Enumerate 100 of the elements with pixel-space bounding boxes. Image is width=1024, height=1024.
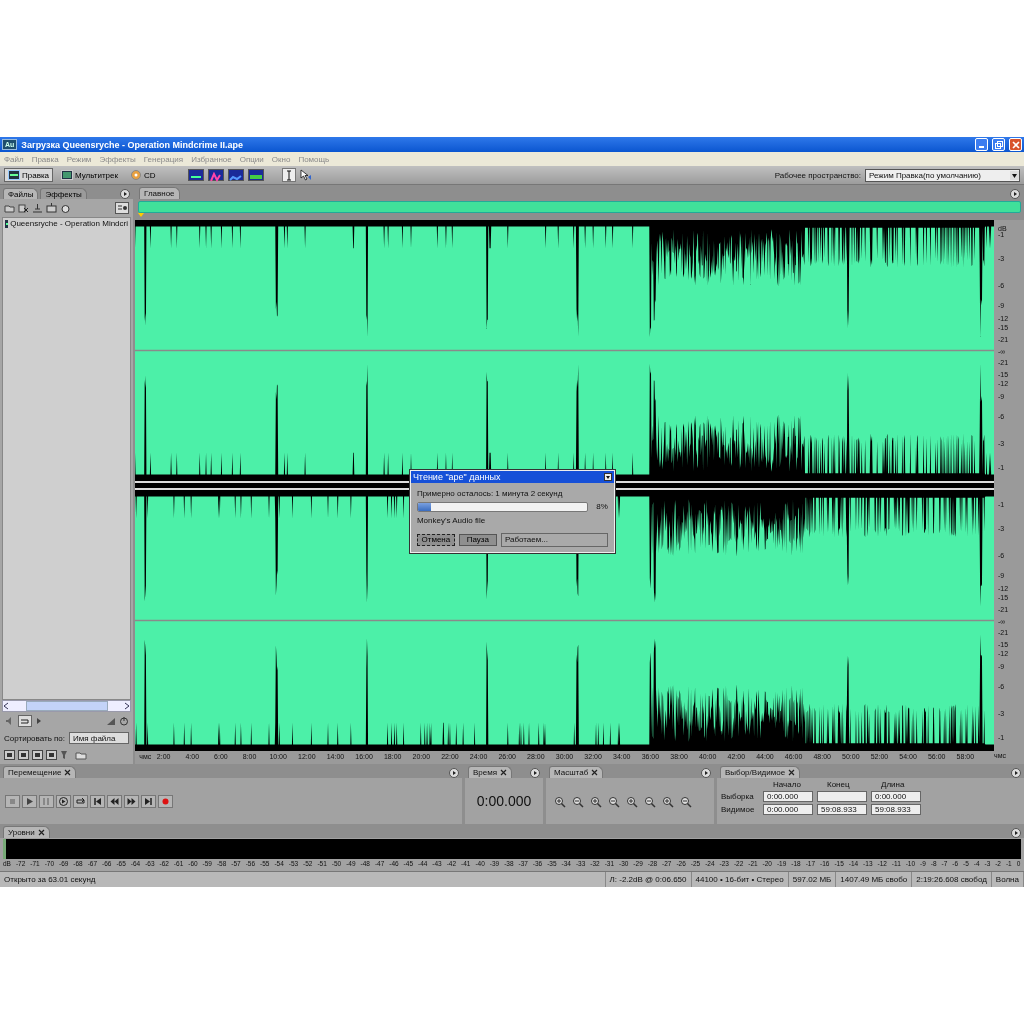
stripes-icon (248, 172, 263, 182)
selection-tab[interactable]: Выбор/Видимое (720, 766, 801, 778)
column-toggle-icon[interactable] (4, 750, 15, 760)
volume-icon[interactable] (106, 716, 116, 726)
status-text: Открыто за 63.01 секунд (0, 872, 606, 887)
play-to-end-button[interactable] (56, 794, 71, 808)
status-text: Волна (991, 872, 1024, 887)
column-toggle-icon[interactable] (32, 750, 43, 760)
dialog-button[interactable]: Отмена (416, 533, 455, 546)
panel-menu-icon[interactable] (701, 768, 711, 778)
column-toggle-icon[interactable] (18, 750, 29, 760)
close-icon[interactable] (64, 769, 72, 776)
mode-button[interactable]: Мультитрек (57, 168, 122, 182)
dialog-title: Чтение "ape" данных (412, 471, 501, 482)
close-icon (1011, 140, 1020, 149)
play-icon[interactable] (35, 716, 43, 726)
time-tab[interactable]: Время (468, 766, 513, 778)
mode-button[interactable]: Правка (4, 168, 54, 182)
panel-title: Перемещение (8, 768, 62, 777)
window-title: Загрузка Queensryche - Operation Mindcrime II.ape (21, 139, 245, 150)
file-item[interactable]: Queensryche - Operation Mindcri (3, 218, 130, 229)
levels-tab[interactable]: Уровни (3, 826, 50, 838)
loop-play-icon[interactable] (18, 715, 32, 727)
play-to-end-icon (59, 796, 68, 806)
view-button[interactable] (247, 169, 264, 181)
insert-icon[interactable] (32, 203, 43, 213)
view-button[interactable] (207, 169, 224, 181)
editor-tab[interactable]: Главное (139, 187, 180, 199)
close-file-icon[interactable] (18, 203, 29, 213)
view-button[interactable] (227, 169, 244, 181)
time-field[interactable]: 0:00.000 (763, 804, 813, 815)
power-icon[interactable] (119, 716, 129, 726)
time-field[interactable]: 0:00.000 (871, 791, 921, 802)
panel-menu-icon[interactable] (1011, 828, 1021, 838)
magnifier-icon (642, 794, 656, 808)
magnifier-icon (678, 794, 692, 808)
text-cursor-icon (284, 169, 293, 181)
close-button[interactable] (1009, 138, 1022, 151)
row-label: Видимое (721, 805, 756, 814)
rewind-icon (110, 796, 119, 806)
go-to-end-button[interactable] (141, 794, 156, 808)
panel-menu-icon[interactable] (1010, 189, 1020, 199)
dropdown-icon[interactable] (603, 472, 612, 481)
workspace-label: Рабочее пространство: (774, 170, 861, 180)
column-header: Конец (826, 780, 851, 789)
panel-menu-icon[interactable] (120, 189, 130, 199)
fast-forward-button[interactable] (124, 794, 139, 808)
text-cursor-tool[interactable] (281, 168, 296, 182)
status-text: 597.02 МБ (788, 872, 837, 887)
panel-title: Уровни (8, 828, 35, 837)
scroll-right-icon[interactable] (124, 702, 130, 710)
time-field[interactable]: 59:08.933 (871, 804, 921, 815)
status-text: 44100 • 16-бит • Стерео (691, 872, 789, 887)
folder-icon[interactable] (75, 750, 87, 760)
panel-menu-icon[interactable] (530, 768, 540, 778)
time-field[interactable]: 0:00.000 (763, 791, 813, 802)
spectrum-icon (228, 172, 243, 182)
magnifier-icon (660, 794, 674, 808)
horizontal-scrollbar[interactable] (2, 700, 131, 712)
sort-label: Сортировать по: (4, 733, 66, 743)
status-text: Л: -2.2dB @ 0:06.650 (605, 872, 692, 887)
magnifier-icon (570, 794, 584, 808)
time-field[interactable]: 59:08.933 (817, 804, 867, 815)
go-to-start-button[interactable] (90, 794, 105, 808)
mode-button[interactable]: CD (126, 168, 160, 182)
go-to-end-icon (144, 796, 153, 806)
restore-button[interactable] (992, 138, 1005, 151)
magnifier-icon (552, 794, 566, 808)
panel-tab[interactable]: Файлы (3, 188, 39, 199)
rewind-button[interactable] (107, 794, 122, 808)
panel-tab[interactable]: Эффекты (40, 188, 87, 199)
open-file-icon[interactable] (4, 203, 15, 213)
cd-insert-icon[interactable] (60, 203, 71, 213)
list-view-icon[interactable] (115, 202, 129, 214)
play-button[interactable] (22, 794, 37, 808)
close-icon[interactable] (500, 769, 508, 776)
sort-dropdown[interactable]: Имя файла (69, 732, 129, 744)
column-toggle-icon[interactable] (46, 750, 57, 760)
magnifier-icon (588, 794, 602, 808)
zoom-tab[interactable]: Масштаб (549, 766, 604, 778)
status-text: Работаем... (500, 532, 608, 547)
panel-menu-icon[interactable] (449, 768, 459, 778)
magnifier-icon (624, 794, 638, 808)
minimize-button[interactable] (975, 138, 988, 151)
panel-menu-icon[interactable] (1011, 768, 1021, 778)
spectrum-icon (208, 172, 223, 182)
close-icon[interactable] (591, 769, 599, 776)
view-button[interactable] (187, 169, 204, 181)
loop-button[interactable] (73, 794, 88, 808)
transport-tab[interactable]: Перемещение (3, 766, 77, 778)
time-remaining-text: Примерно осталось: 1 минута 2 секунд (416, 488, 564, 498)
pointer-tool-icon[interactable] (299, 169, 312, 181)
workspace-dropdown[interactable]: Режим Правка(по умолчанию) (865, 168, 1020, 182)
tracks-icon (61, 170, 74, 180)
scroll-left-icon[interactable] (3, 702, 9, 710)
tracks-insert-icon[interactable] (46, 203, 57, 213)
close-icon[interactable] (788, 769, 796, 776)
dialog-button[interactable]: Пауза (458, 533, 497, 546)
time-field[interactable] (817, 791, 867, 802)
close-icon[interactable] (37, 829, 45, 836)
